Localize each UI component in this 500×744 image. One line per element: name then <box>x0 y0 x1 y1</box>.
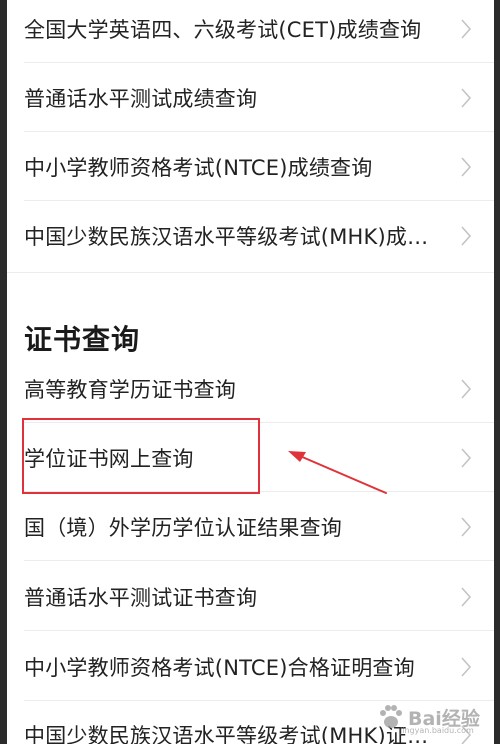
watermark-url: jingyan.baidu.com <box>400 726 474 735</box>
list-item-degree-diploma[interactable]: 高等教育学历证书查询 <box>7 354 494 423</box>
list-item-label: 中小学教师资格考试(NTCE)合格证明查询 <box>24 655 415 680</box>
chevron-right-icon <box>461 516 472 537</box>
list-item-label: 普通话水平测试证书查询 <box>24 585 258 610</box>
list-item-label: 国（境）外学历学位认证结果查询 <box>24 515 342 540</box>
list-item-label: 普通话水平测试成绩查询 <box>24 86 258 111</box>
chevron-right-icon <box>461 447 472 468</box>
left-edge <box>0 0 7 744</box>
list-item-foreign-degree-verification[interactable]: 国（境）外学历学位认证结果查询 <box>7 492 494 561</box>
list-item-putonghua-score[interactable]: 普通话水平测试成绩查询 <box>7 63 494 132</box>
list-item-label: 中国少数民族汉语水平等级考试(MHK)证… <box>24 723 429 744</box>
chevron-right-icon <box>461 656 472 677</box>
chevron-right-icon <box>461 156 472 177</box>
list-item-ntce-score[interactable]: 中小学教师资格考试(NTCE)成绩查询 <box>7 132 494 201</box>
list-item-label: 中小学教师资格考试(NTCE)成绩查询 <box>24 155 373 180</box>
section-title-certificates: 证书查询 <box>24 323 141 356</box>
divider <box>24 630 494 631</box>
list-item-label: 高等教育学历证书查询 <box>24 377 236 402</box>
chevron-right-icon <box>461 225 472 246</box>
list-item-putonghua-certificate[interactable]: 普通话水平测试证书查询 <box>7 562 494 631</box>
chevron-right-icon <box>461 87 472 108</box>
list-item-ntce-certificate[interactable]: 中小学教师资格考试(NTCE)合格证明查询 <box>7 632 494 701</box>
list-item-mhk-score[interactable]: 中国少数民族汉语水平等级考试(MHK)成… <box>7 201 494 270</box>
chevron-right-icon <box>461 378 472 399</box>
divider <box>24 560 494 561</box>
list-item-cet-score[interactable]: 全国大学英语四、六级考试(CET)成绩查询 <box>7 0 494 63</box>
section-divider <box>7 272 494 273</box>
chevron-right-icon <box>461 586 472 607</box>
highlight-box <box>22 418 260 494</box>
chevron-right-icon <box>461 18 472 39</box>
right-edge <box>494 0 500 744</box>
screen: 全国大学英语四、六级考试(CET)成绩查询 普通话水平测试成绩查询 中小学教师资… <box>0 0 500 744</box>
watermark: Bai经验 jingyan.baidu.com <box>376 698 486 738</box>
list-item-label: 全国大学英语四、六级考试(CET)成绩查询 <box>24 17 422 42</box>
list-item-label: 中国少数民族汉语水平等级考试(MHK)成… <box>24 224 429 249</box>
